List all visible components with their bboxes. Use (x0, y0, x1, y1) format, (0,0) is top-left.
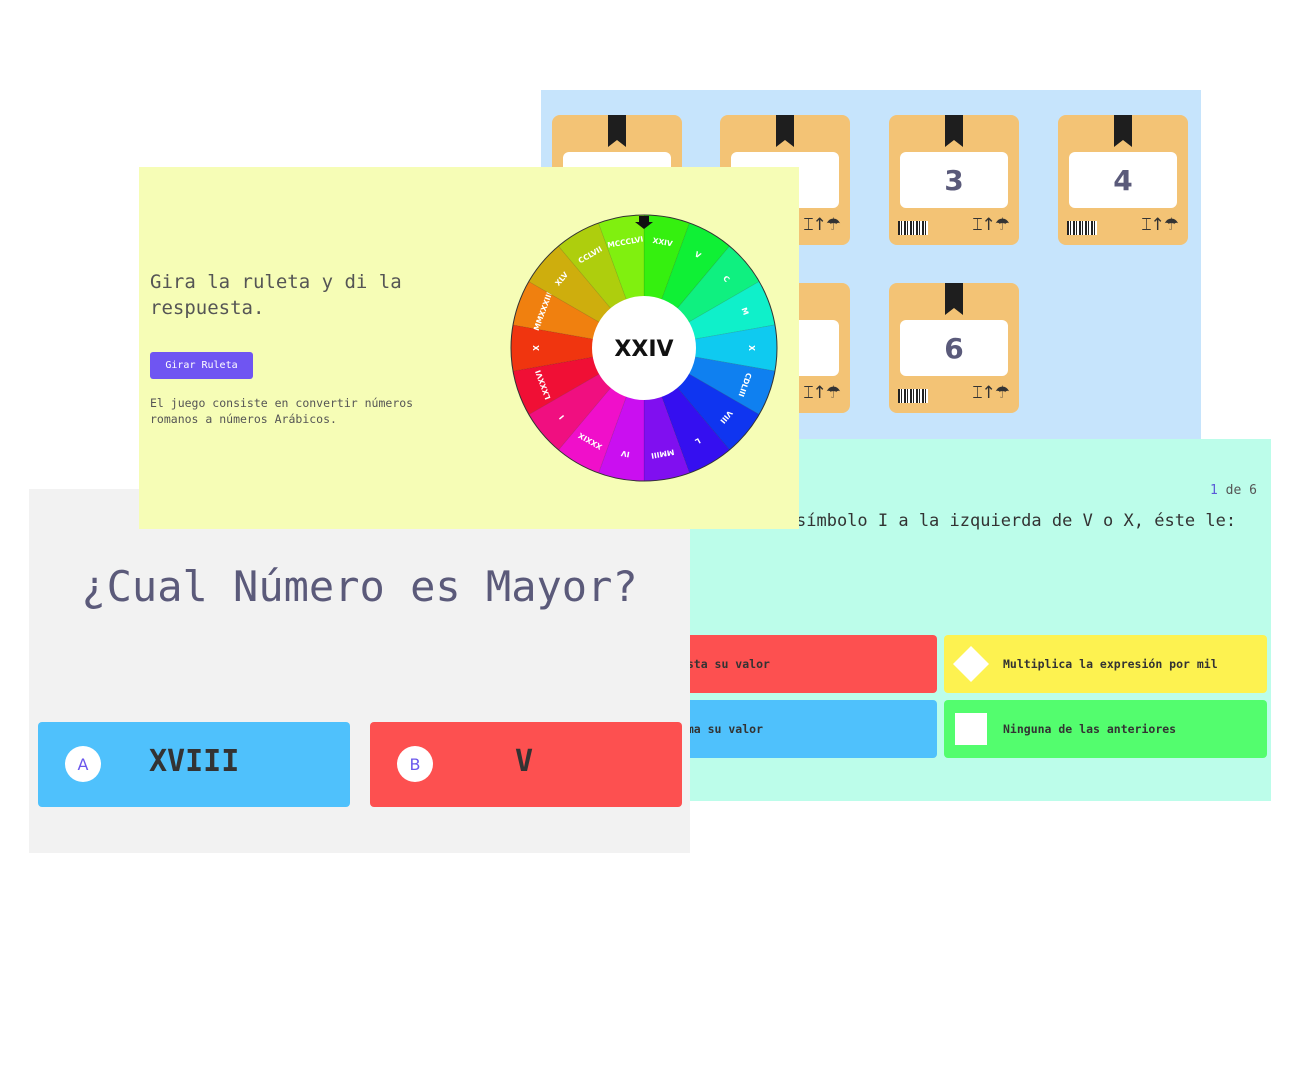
question-title: ¿Cual Número es Mayor? (81, 562, 638, 611)
game-description: El juego consiste en convertir números r… (150, 396, 414, 426)
answer-option-label: Ninguna de las anteriores (1003, 722, 1177, 736)
ribbon-icon (945, 115, 963, 147)
diamond-icon (953, 646, 989, 682)
roulette-wheel[interactable]: XXIVVCMXCDLIIIVIIILMMIIIIVXXXIXILXXXVIXM… (510, 214, 778, 482)
roulette-title: Gira la ruleta y di la respuesta. (150, 271, 402, 319)
box-number: 3 (900, 152, 1008, 208)
answer-button-a[interactable]: A XVIII (38, 722, 350, 807)
box-number: 4 (1069, 152, 1177, 208)
option-letter-badge: B (397, 746, 433, 782)
wheel-center-value: XXIV (614, 337, 673, 362)
answer-option-multiplica[interactable]: Multiplica la expresión por mil (944, 635, 1267, 693)
handling-symbols-icon: ⌶↑☂ (803, 383, 841, 403)
barcode-icon (1067, 221, 1097, 235)
box-card[interactable]: 3 ⌶↑☂ (889, 115, 1019, 245)
ribbon-icon (608, 115, 626, 147)
wheel-segment-label: X (532, 345, 541, 351)
wheel-segment-label: IV (620, 449, 630, 459)
answer-button-b[interactable]: B V (370, 722, 682, 807)
counter-current: 1 (1210, 483, 1218, 498)
answer-option-ninguna[interactable]: Ninguna de las anteriores (944, 700, 1267, 758)
handling-symbols-icon: ⌶↑☂ (803, 215, 841, 235)
option-value: XVIII (149, 744, 240, 779)
box-card[interactable]: 6 ⌶↑☂ (889, 283, 1019, 413)
ribbon-icon (945, 283, 963, 315)
counter-total: de 6 (1217, 483, 1257, 498)
square-icon (955, 713, 987, 745)
option-value: V (515, 744, 534, 779)
roulette-panel: Gira la ruleta y di la respuesta. Girar … (139, 167, 799, 529)
handling-symbols-icon: ⌶↑☂ (1141, 215, 1179, 235)
box-card[interactable]: 4 ⌶↑☂ (1058, 115, 1188, 245)
question-counter: 1 de 6 (1210, 483, 1257, 498)
handling-symbols-icon: ⌶↑☂ (972, 383, 1010, 403)
box-number: 6 (900, 320, 1008, 376)
spin-roulette-button[interactable]: Girar Ruleta (150, 352, 253, 379)
question-panel: ¿Cual Número es Mayor? A XVIII B V (29, 489, 690, 853)
wheel-segment-label: X (747, 345, 756, 351)
answer-option-label: Multiplica la expresión por mil (1003, 657, 1218, 671)
option-letter-badge: A (65, 746, 101, 782)
barcode-icon (898, 389, 928, 403)
barcode-icon (898, 221, 928, 235)
ribbon-icon (1114, 115, 1132, 147)
handling-symbols-icon: ⌶↑☂ (972, 215, 1010, 235)
question-text: símbolo I a la izquierda de V o X, éste … (796, 511, 1237, 531)
ribbon-icon (776, 115, 794, 147)
